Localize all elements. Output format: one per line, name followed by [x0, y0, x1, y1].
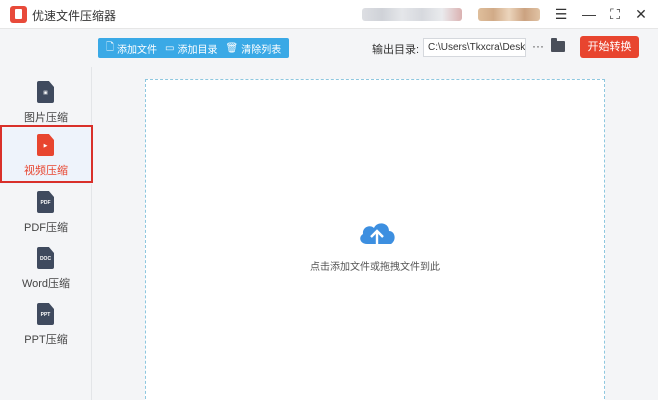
sidebar-item-label: 图片压缩 — [24, 112, 68, 124]
file-drop-zone[interactable]: 点击添加文件或拖拽文件到此 — [145, 79, 605, 400]
sidebar-item-word[interactable]: DOC Word压缩 — [0, 241, 92, 297]
word-file-icon: DOC — [37, 247, 54, 269]
file-add-icon: 🗋 — [106, 41, 115, 53]
minimize-icon[interactable]: — — [580, 5, 598, 23]
main-area: 点击添加文件或拖拽文件到此 — [93, 67, 658, 400]
more-options-button[interactable]: ··· — [530, 39, 546, 55]
image-file-icon: ▣ — [37, 81, 54, 103]
sidebar: ▣ 图片压缩 ▶ 视频压缩 PDF PDF压缩 DOC Word压缩 PPT P… — [0, 67, 92, 400]
clear-list-label: 清除列表 — [241, 44, 282, 56]
sidebar-item-label: 视频压缩 — [24, 165, 68, 177]
sidebar-item-ppt[interactable]: PPT PPT压缩 — [0, 297, 92, 353]
cloud-upload-icon — [360, 223, 395, 250]
output-dir-field[interactable]: C:\Users\Tkxcra\Desktop — [423, 38, 526, 57]
app-title: 优速文件压缩器 — [32, 9, 117, 23]
output-dir-label: 输出目录: — [372, 44, 420, 56]
trash-icon: 🗑 — [225, 42, 239, 54]
add-folder-label: 添加目录 — [177, 44, 218, 56]
title-bar: 优速文件压缩器 ☰ — ⛶ ✕ — [0, 0, 658, 29]
folder-icon: ▭ — [165, 42, 175, 54]
sidebar-item-label: PDF压缩 — [24, 222, 68, 234]
ppt-file-icon: PPT — [37, 303, 54, 325]
add-file-label: 添加文件 — [117, 44, 158, 56]
sidebar-item-label: PPT压缩 — [24, 334, 68, 346]
close-icon[interactable]: ✕ — [632, 5, 650, 23]
clear-list-button[interactable]: 🗑 清除列表 — [222, 38, 286, 58]
app-logo-icon — [10, 6, 27, 23]
add-file-button[interactable]: 🗋 添加文件 — [102, 38, 161, 58]
sidebar-item-video[interactable]: ▶ 视频压缩 — [0, 128, 92, 184]
sidebar-item-image[interactable]: ▣ 图片压缩 — [0, 75, 92, 131]
blurred-avatar — [478, 8, 540, 21]
open-folder-icon[interactable] — [551, 38, 565, 52]
toolbar: 🗋 添加文件 ▭ 添加目录 🗑 清除列表 输出目录: C:\Users\Tkxc… — [0, 30, 658, 67]
sidebar-item-pdf[interactable]: PDF PDF压缩 — [0, 185, 92, 241]
maximize-icon[interactable]: ⛶ — [606, 5, 624, 23]
file-actions-group: 🗋 添加文件 ▭ 添加目录 🗑 清除列表 — [98, 38, 290, 58]
blurred-user-info — [362, 8, 462, 21]
pdf-file-icon: PDF — [37, 191, 54, 213]
start-convert-button[interactable]: 开始转换 — [580, 36, 639, 58]
video-file-icon: ▶ — [37, 134, 54, 156]
drop-hint-text: 点击添加文件或拖拽文件到此 — [310, 262, 440, 273]
sidebar-item-label: Word压缩 — [21, 278, 71, 290]
add-folder-button[interactable]: ▭ 添加目录 — [161, 38, 221, 58]
menu-icon[interactable]: ☰ — [552, 5, 570, 23]
